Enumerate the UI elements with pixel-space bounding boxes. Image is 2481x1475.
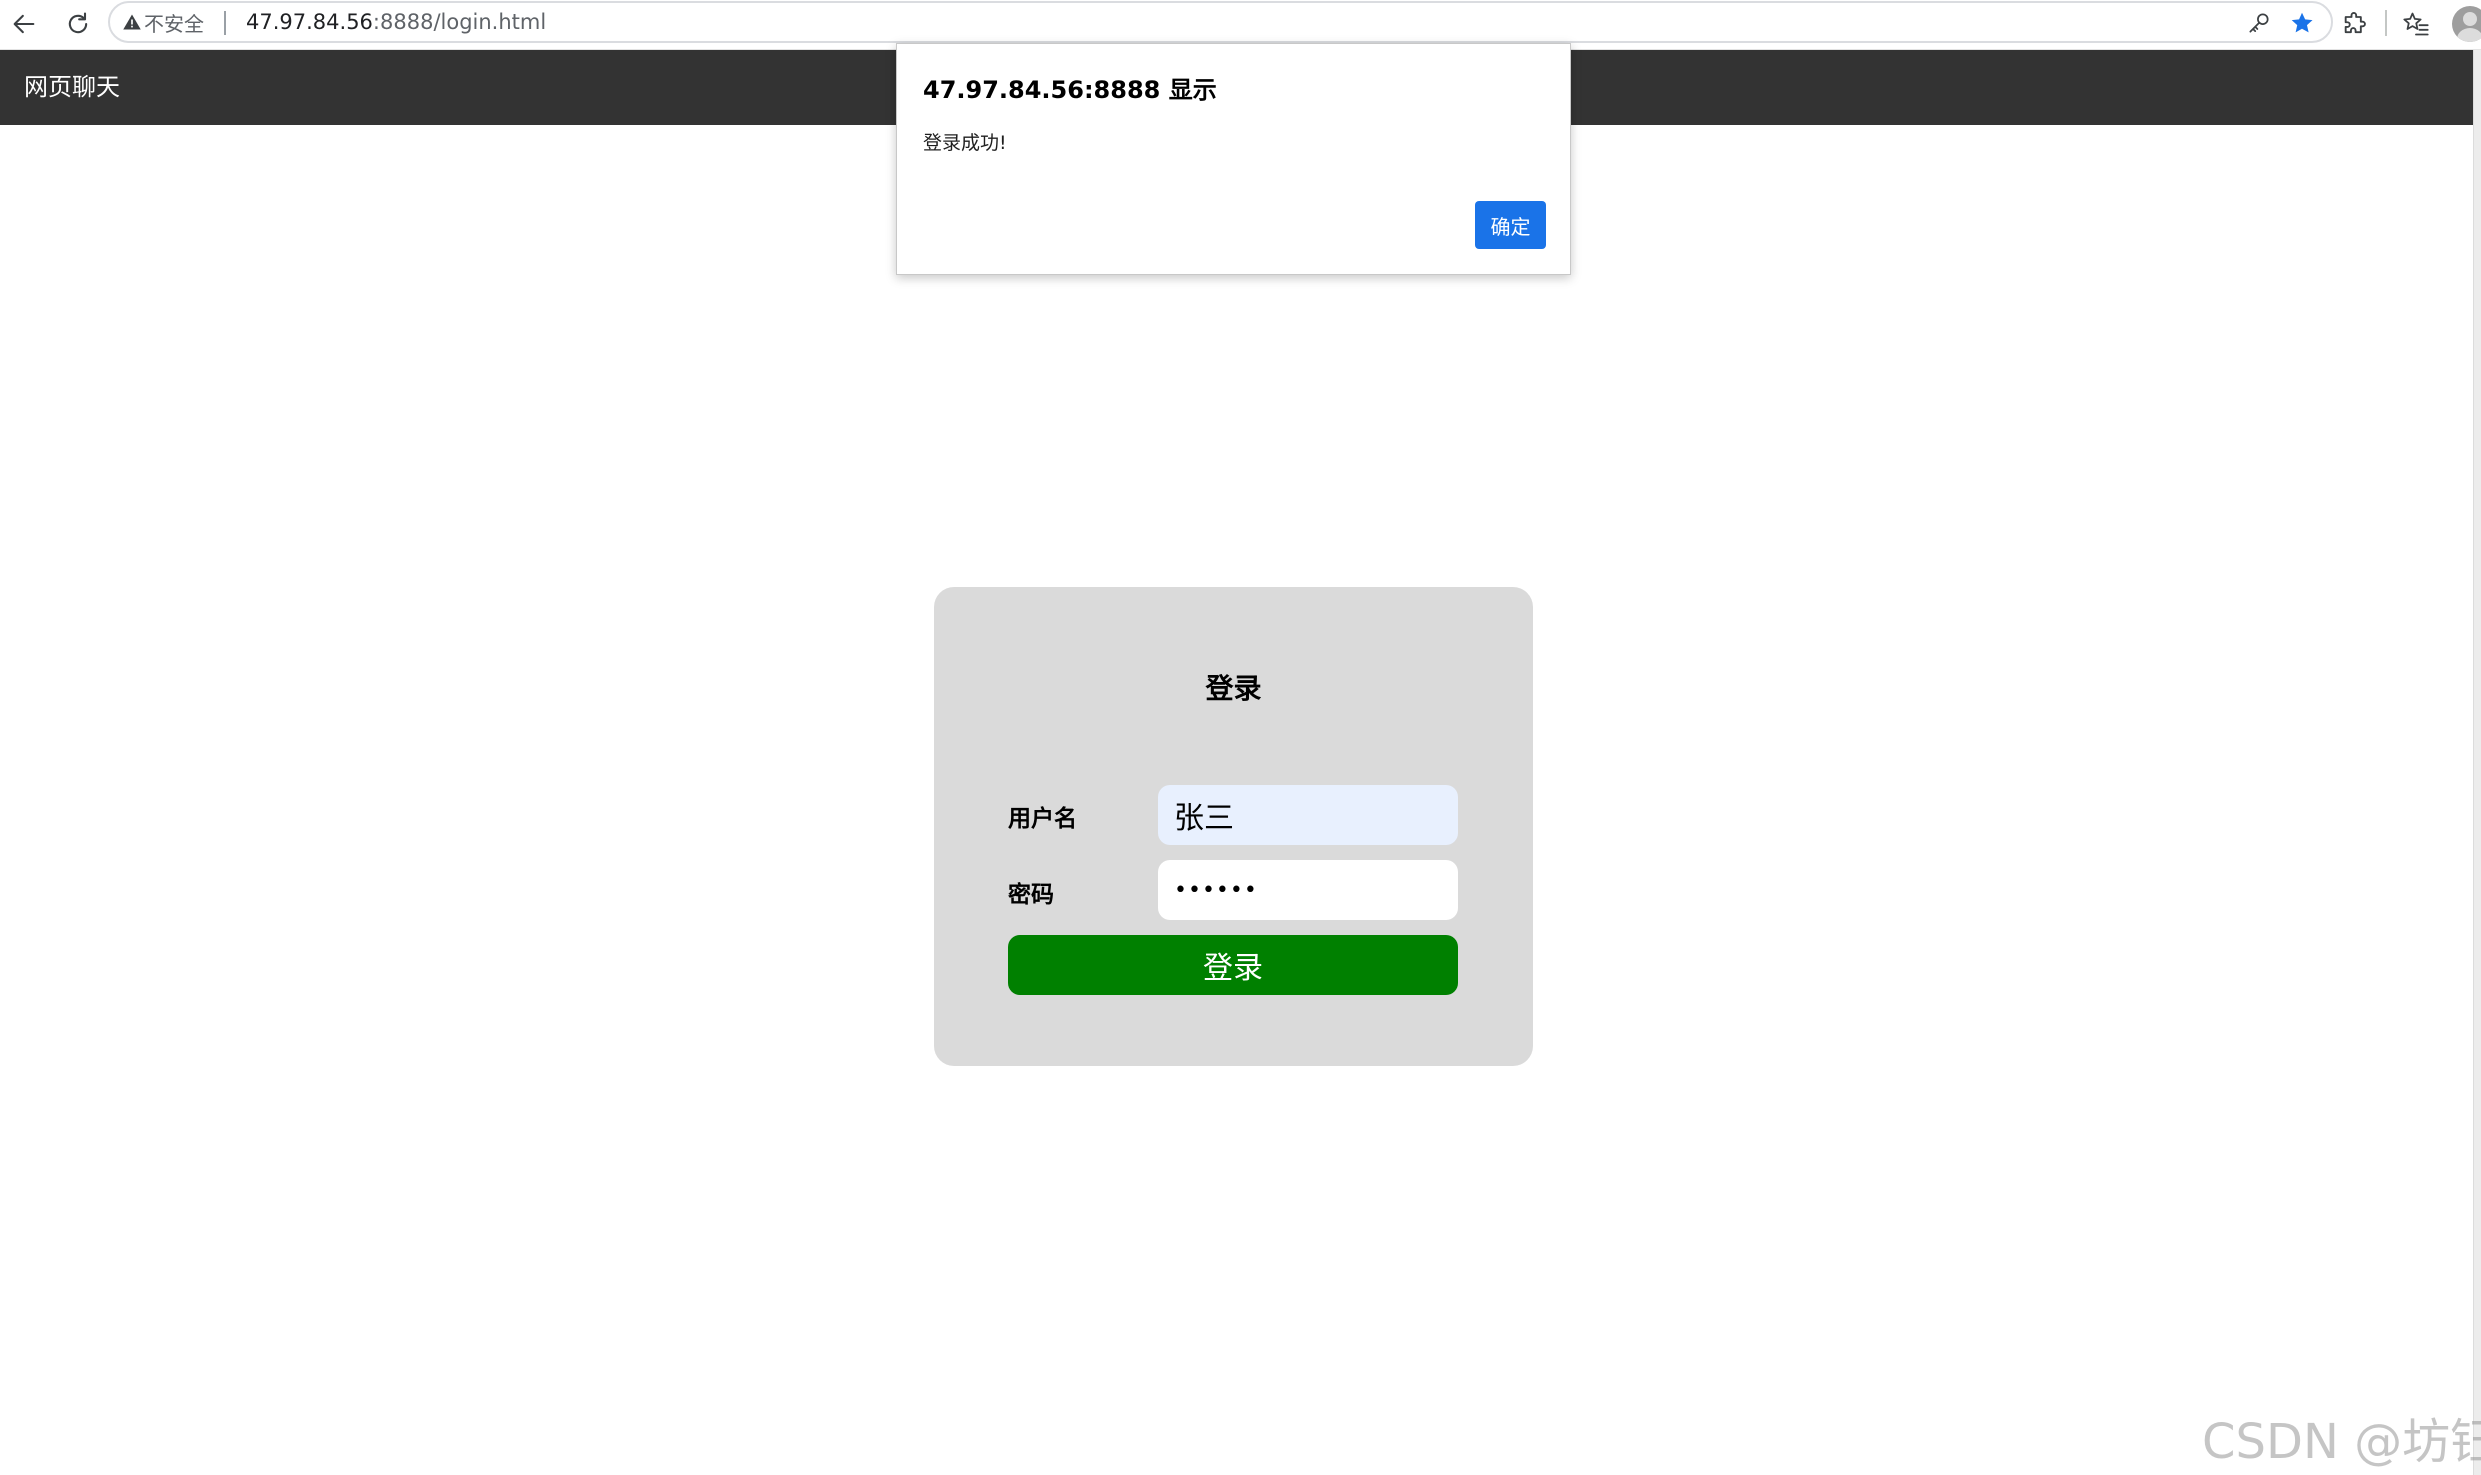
bookmark-star-button[interactable] — [2285, 6, 2319, 40]
toolbar-divider — [2385, 10, 2387, 36]
avatar[interactable] — [2452, 6, 2481, 42]
password-label: 密码 — [1008, 882, 1054, 908]
warning-triangle-icon — [123, 14, 141, 30]
dialog-message: 登录成功! — [923, 132, 1007, 154]
password-manager-button[interactable] — [2242, 6, 2276, 40]
extensions-button[interactable] — [2335, 4, 2375, 44]
url-path: :8888/login.html — [372, 10, 547, 34]
site-title: 网页聊天 — [24, 73, 120, 101]
username-input[interactable] — [1158, 785, 1458, 845]
arrow-left-icon — [13, 14, 35, 34]
favorites-button[interactable] — [2396, 4, 2436, 44]
puzzle-icon — [2344, 12, 2366, 34]
url-host: 47.97.84.56 — [246, 10, 373, 34]
watermark: CSDN @坊钰 — [2202, 1414, 2481, 1470]
login-title: 登录 — [1205, 672, 1262, 705]
page-scrollbar[interactable] — [2473, 50, 2481, 1475]
url-text[interactable]: 47.97.84.56:8888/login.html — [246, 3, 546, 41]
username-label: 用户名 — [1008, 806, 1077, 832]
dialog-title: 47.97.84.56:8888 显示 — [923, 76, 1217, 104]
security-label: 不安全 — [144, 11, 204, 36]
login-card: 登录 用户名 密码 登录 — [934, 587, 1533, 1066]
dialog-ok-button[interactable]: 确定 — [1475, 201, 1546, 249]
alert-dialog: 47.97.84.56:8888 显示 登录成功! 确定 — [896, 43, 1571, 275]
reload-icon — [68, 12, 88, 34]
address-bar[interactable]: 不安全 47.97.84.56:8888/login.html — [108, 1, 2333, 43]
chip-divider — [224, 11, 226, 35]
password-input[interactable] — [1158, 860, 1458, 920]
star-list-icon — [2403, 12, 2429, 36]
back-button[interactable] — [4, 4, 44, 44]
key-icon — [2249, 13, 2269, 33]
security-chip[interactable]: 不安全 — [122, 3, 204, 41]
login-button[interactable]: 登录 — [1008, 935, 1458, 995]
star-icon — [2291, 12, 2313, 33]
reload-button[interactable] — [58, 4, 98, 44]
